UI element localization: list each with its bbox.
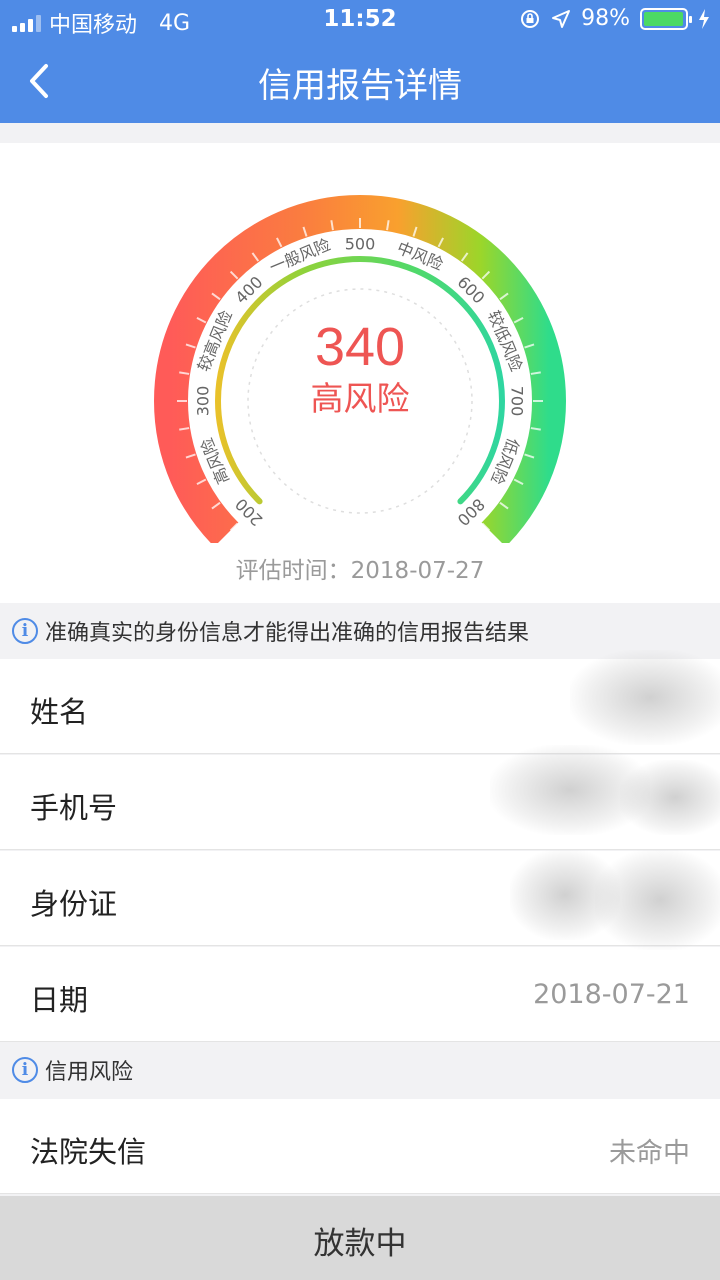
orientation-lock-icon (521, 9, 540, 28)
status-right: 98% (519, 6, 710, 31)
page-title: 信用报告详情 (258, 66, 462, 106)
evaluation-time: 评估时间：2018-07-27 (0, 551, 720, 585)
battery-icon (640, 7, 692, 30)
row-date: 日期 2018-07-21 (0, 947, 720, 1042)
credit-score: 340 (315, 317, 405, 377)
loan-status-button[interactable]: 放款中 (0, 1196, 720, 1280)
info-icon: i (12, 1057, 38, 1083)
row-label: 法院失信 (30, 1135, 147, 1169)
row-value: 未命中 (609, 1138, 690, 1169)
gauge-tick-label: 300 (194, 386, 213, 417)
gauge-tick-label: 500 (345, 235, 376, 254)
gauge-svg: 200300400500600700800高风险较高风险一般风险 中风险较低风险低… (154, 195, 566, 543)
credit-score-gauge: 200 300 400 500 600 700 800 高风险 较高风险 一般风险 中风险 较低风险低… (0, 143, 720, 603)
identity-notice-text: 准确真实的身份信息才能得出准确的信用报告结果 (45, 621, 530, 646)
row-label: 姓名 (30, 695, 89, 729)
location-icon (552, 9, 571, 28)
nav-bar: 信用报告详情 (0, 40, 720, 123)
row-court-dishonesty: 法院失信 未命中 (0, 1099, 720, 1194)
risk-notice: i 信用风险 (0, 1042, 720, 1098)
risk-level: 高风险 (311, 379, 410, 418)
risk-notice-text: 信用风险 (45, 1060, 134, 1085)
charging-icon (699, 8, 709, 29)
info-icon: i (12, 618, 38, 644)
evaluation-date: 2018-07-27 (350, 558, 485, 584)
row-label: 身份证 (30, 887, 118, 921)
row-label: 日期 (30, 983, 89, 1017)
row-label: 手机号 (30, 791, 118, 825)
redaction-smudge (595, 850, 720, 950)
gauge-tick-label: 700 (508, 386, 527, 417)
evaluation-label: 评估时间： (235, 558, 351, 584)
redaction-smudge (620, 760, 720, 835)
status-bar: 中国移动 4G 11:52 98% (0, 0, 720, 40)
battery-percent: 98% (581, 6, 630, 31)
row-value: 2018-07-21 (533, 979, 690, 1010)
redaction-smudge (570, 650, 720, 745)
